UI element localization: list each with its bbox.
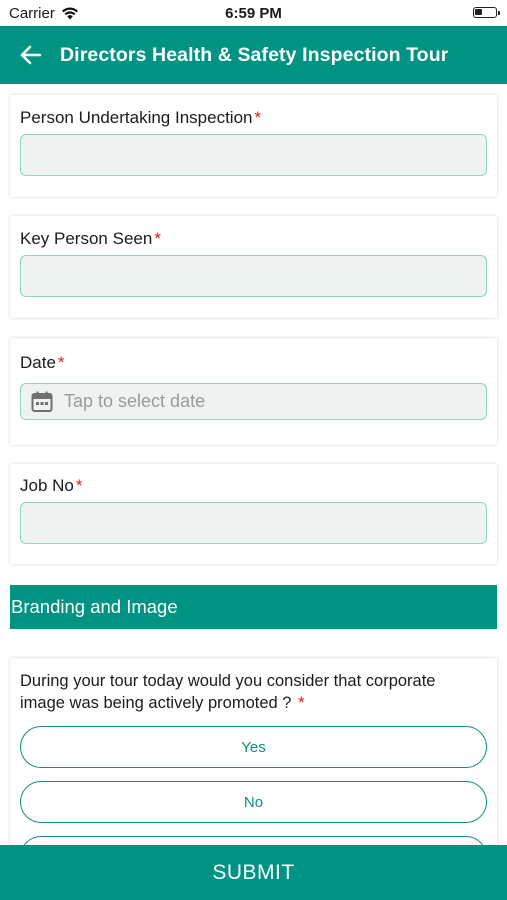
status-time: 6:59 PM (225, 5, 282, 22)
date-card: Date * Tap to select date (10, 338, 497, 445)
form-content[interactable]: Person Undertaking Inspection * Key Perso… (0, 84, 507, 845)
question-text: During your tour today would you conside… (20, 670, 480, 714)
date-label-text: Date (20, 353, 56, 372)
page-title: Directors Health & Safety Inspection Tou… (60, 43, 449, 66)
battery-icon (473, 7, 500, 18)
status-bar: Carrier 6:59 PM (0, 0, 507, 26)
battery-level (475, 9, 482, 15)
job-no-label: Job No * (20, 476, 83, 496)
job-no-card: Job No * (10, 464, 497, 564)
job-no-label-text: Job No (20, 476, 74, 495)
option-button-partial[interactable] (20, 836, 487, 845)
key-person-label: Key Person Seen * (20, 229, 161, 249)
key-person-label-text: Key Person Seen (20, 229, 153, 248)
submit-button[interactable]: SUBMIT (0, 845, 507, 900)
option-yes-label: Yes (241, 738, 266, 756)
required-asterisk: * (154, 229, 161, 248)
date-label: Date * (20, 353, 65, 373)
person-undertaking-input[interactable] (20, 134, 487, 176)
option-yes-button[interactable]: Yes (20, 726, 487, 768)
key-person-input[interactable] (20, 255, 487, 297)
app-header: Directors Health & Safety Inspection Tou… (0, 26, 507, 84)
job-no-input[interactable] (20, 502, 487, 544)
required-asterisk: * (298, 694, 305, 712)
calendar-icon (31, 391, 53, 412)
section-title: Branding and Image (11, 596, 178, 617)
back-arrow-icon[interactable] (6, 26, 56, 84)
required-asterisk: * (75, 476, 83, 495)
submit-label: SUBMIT (212, 860, 295, 884)
required-asterisk: * (254, 108, 262, 127)
date-picker-field[interactable]: Tap to select date (20, 383, 487, 420)
person-undertaking-label: Person Undertaking Inspection * (20, 108, 261, 128)
required-asterisk: * (57, 353, 65, 372)
key-person-card: Key Person Seen * (10, 216, 497, 318)
person-undertaking-label-text: Person Undertaking Inspection (20, 108, 253, 127)
section-header-branding: Branding and Image (10, 585, 497, 629)
option-no-label: No (243, 793, 264, 811)
option-no-button[interactable]: No (20, 781, 487, 823)
date-placeholder: Tap to select date (64, 391, 206, 411)
person-undertaking-card: Person Undertaking Inspection * (10, 95, 497, 197)
corporate-image-question-card: During your tour today would you conside… (10, 658, 497, 845)
question-text-content: During your tour today would you conside… (20, 672, 436, 712)
